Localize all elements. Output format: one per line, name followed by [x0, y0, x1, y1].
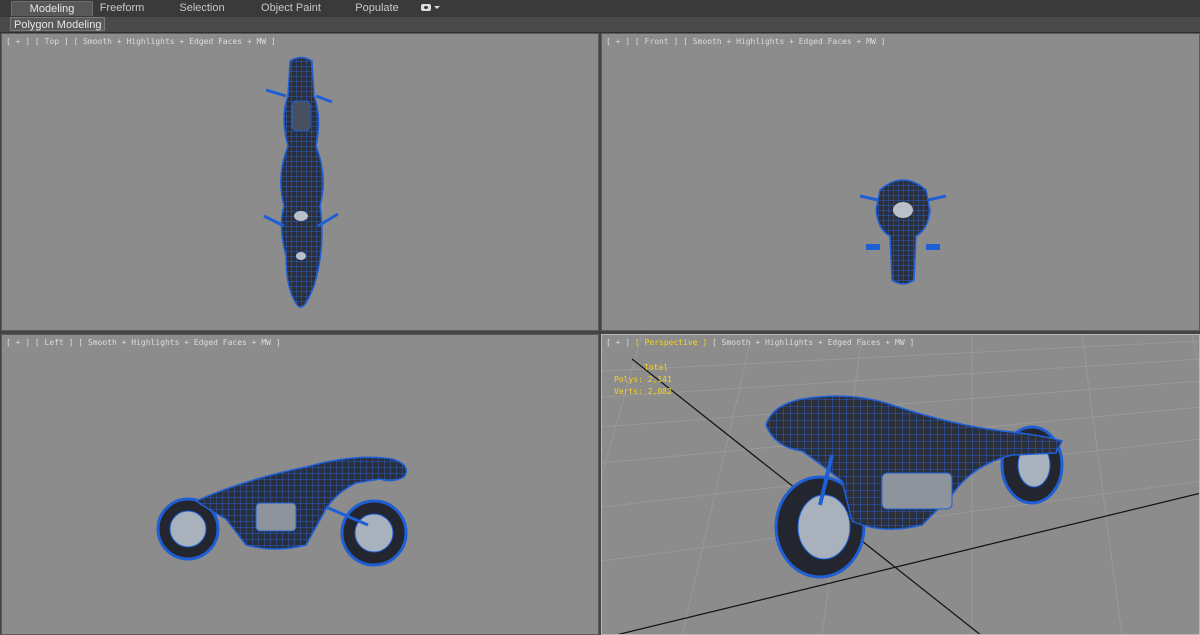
stats-polys-label: Polys: — [614, 375, 643, 384]
camera-icon — [421, 4, 431, 11]
viewport-label[interactable]: [ + ] [ Perspective ] [ Smooth + Highlig… — [606, 338, 914, 347]
viewport-plus-menu[interactable]: [ + ] — [606, 37, 630, 46]
viewport-front[interactable]: [ + ] [ Front ] [ Smooth + Highlights + … — [601, 33, 1200, 331]
motorcycle-left-icon[interactable] — [156, 449, 414, 569]
viewport-view-menu[interactable]: [ Top ] — [35, 37, 69, 46]
viewport-plus-menu[interactable]: [ + ] — [6, 338, 30, 347]
tab-selection[interactable]: Selection — [168, 1, 236, 16]
ribbon-panel: Polygon Modeling — [0, 17, 1200, 33]
tab-object-paint[interactable]: Object Paint — [254, 1, 328, 16]
viewport-view-menu[interactable]: [ Front ] — [635, 37, 678, 46]
viewport-shading-menu[interactable]: [ Smooth + Highlights + Edged Faces + MW… — [78, 338, 280, 347]
dropdown-arrow-icon — [434, 6, 440, 9]
viewport-label[interactable]: [ + ] [ Top ] [ Smooth + Highlights + Ed… — [6, 37, 276, 46]
viewport-view-menu[interactable]: [ Left ] — [35, 338, 74, 347]
viewport-shading-menu[interactable]: [ Smooth + Highlights + Edged Faces + MW… — [683, 37, 885, 46]
viewport-label[interactable]: [ + ] [ Left ] [ Smooth + Highlights + E… — [6, 338, 281, 347]
viewport-label[interactable]: [ + ] [ Front ] [ Smooth + Highlights + … — [606, 37, 885, 46]
motorcycle-front-icon[interactable] — [858, 170, 948, 286]
tab-populate[interactable]: Populate — [345, 1, 409, 16]
viewport-plus-menu[interactable]: [ + ] — [606, 338, 630, 347]
tab-modeling[interactable]: Modeling — [11, 1, 93, 16]
stats-polys-value: 2,141 — [647, 375, 672, 384]
viewport-shading-menu[interactable]: [ Smooth + Highlights + Edged Faces + MW… — [73, 37, 275, 46]
viewport-top[interactable]: [ + ] [ Top ] [ Smooth + Highlights + Ed… — [1, 33, 599, 331]
ribbon-options-button[interactable] — [419, 3, 441, 14]
polygon-modeling-panel[interactable]: Polygon Modeling — [10, 17, 106, 31]
stats-verts-label: Verts: — [614, 387, 643, 396]
viewport-left[interactable]: [ + ] [ Left ] [ Smooth + Highlights + E… — [1, 334, 599, 635]
ribbon-tab-bar: Modeling Freeform Selection Object Paint… — [0, 0, 1200, 18]
motorcycle-perspective-icon[interactable] — [762, 385, 1072, 585]
stats-verts-value: 2,082 — [647, 387, 672, 396]
viewport-plus-menu[interactable]: [ + ] — [6, 37, 30, 46]
statistics-overlay: Total Polys: 2,141 Verts: 2,082 — [614, 362, 672, 398]
viewport-view-menu[interactable]: [ Perspective ] — [635, 338, 707, 347]
viewport-perspective[interactable]: [ + ] [ Perspective ] [ Smooth + Highlig… — [601, 334, 1200, 635]
motorcycle-top-icon[interactable] — [256, 56, 346, 312]
viewport-shading-menu[interactable]: [ Smooth + Highlights + Edged Faces + MW… — [712, 338, 914, 347]
tab-freeform[interactable]: Freeform — [88, 1, 156, 16]
stats-header: Total — [644, 363, 669, 372]
